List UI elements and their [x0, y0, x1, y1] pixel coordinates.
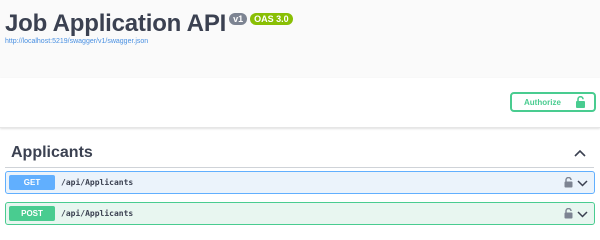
lock-icon[interactable] — [564, 208, 573, 219]
authorize-button[interactable]: Authorize — [510, 92, 596, 112]
operation-path: /api/Applicants — [61, 178, 134, 187]
operation-icons — [564, 177, 588, 188]
chevron-up-icon[interactable] — [574, 149, 586, 157]
swagger-json-link[interactable]: http://localhost:5219/swagger/v1/swagger… — [5, 38, 148, 45]
operation-path: /api/Applicants — [61, 209, 134, 218]
method-badge-post: POST — [9, 206, 55, 221]
method-badge-get: GET — [9, 175, 55, 190]
tag-name: Applicants — [11, 144, 93, 161]
operation-get-applicants[interactable]: GET /api/Applicants — [5, 171, 595, 194]
title-row: Job Application API v1 OAS 3.0 — [5, 9, 293, 39]
unlocked-lock-icon — [575, 96, 586, 108]
oas-badge: OAS 3.0 — [250, 13, 293, 25]
api-info-header: Job Application API v1 OAS 3.0 http://lo… — [0, 0, 600, 78]
operation-icons — [564, 208, 588, 219]
authorize-label: Authorize — [524, 97, 561, 107]
chevron-down-icon[interactable] — [577, 179, 588, 187]
tag-section-applicants[interactable]: Applicants — [5, 139, 594, 168]
operation-post-applicants[interactable]: POST /api/Applicants — [5, 202, 595, 225]
api-title: Job Application API — [5, 10, 227, 37]
chevron-down-icon[interactable] — [577, 210, 588, 218]
version-badge: v1 — [229, 13, 248, 25]
lock-icon[interactable] — [564, 177, 573, 188]
